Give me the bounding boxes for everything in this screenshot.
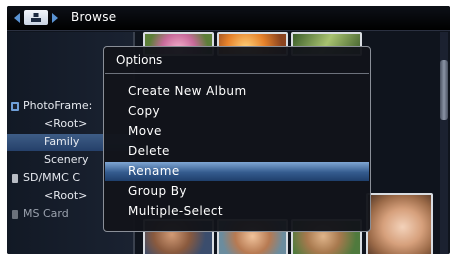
sidebar-item-label: MS Card — [23, 207, 69, 220]
menu-item-copy[interactable]: Copy — [105, 102, 369, 121]
sidebar-item-label: Family — [44, 135, 80, 148]
sidebar-item-label: <Root> — [44, 189, 88, 202]
photo-frame-device-icon — [11, 102, 19, 111]
page-title: Browse — [71, 10, 117, 24]
menu-item-label: Copy — [128, 104, 161, 118]
dialog-divider — [105, 73, 369, 74]
sidebar-item-label: Scenery — [44, 153, 89, 166]
dialog-title: Options — [116, 53, 163, 67]
menu-item-move[interactable]: Move — [105, 122, 369, 141]
menu-item-label: Create New Album — [128, 84, 247, 98]
photo-frame-screen: Browse PhotoFrame: <Root> Family Scenery… — [7, 6, 450, 254]
options-dialog: Options Create New Album Copy Move Delet… — [103, 46, 371, 232]
home-glyph — [31, 13, 41, 22]
top-bar: Browse — [7, 6, 450, 31]
photo-thumbnail[interactable] — [366, 193, 433, 254]
memory-card-icon — [12, 210, 18, 219]
sidebar-item-label: <Root> — [44, 117, 88, 130]
arrow-left-icon[interactable] — [14, 13, 20, 23]
menu-item-label: Rename — [128, 164, 180, 178]
menu-item-rename[interactable]: Rename — [105, 162, 369, 181]
menu-item-delete[interactable]: Delete — [105, 142, 369, 161]
scrollbar-thumb[interactable] — [440, 60, 448, 120]
menu-item-label: Delete — [128, 144, 170, 158]
menu-item-create-new-album[interactable]: Create New Album — [105, 82, 369, 101]
memory-card-icon — [12, 174, 18, 183]
menu-item-multiple-select[interactable]: Multiple-Select — [105, 202, 369, 221]
menu-item-label: Multiple-Select — [128, 204, 224, 218]
arrow-right-icon[interactable] — [52, 13, 58, 23]
menu-item-label: Group By — [128, 184, 187, 198]
sidebar-item-label: SD/MMC C — [23, 171, 80, 184]
menu-item-group-by[interactable]: Group By — [105, 182, 369, 201]
menu-item-label: Move — [128, 124, 162, 138]
sidebar-item-label: PhotoFrame: — [23, 99, 93, 112]
photo-frame-home-icon[interactable] — [24, 10, 48, 25]
scrollbar[interactable] — [440, 32, 448, 254]
